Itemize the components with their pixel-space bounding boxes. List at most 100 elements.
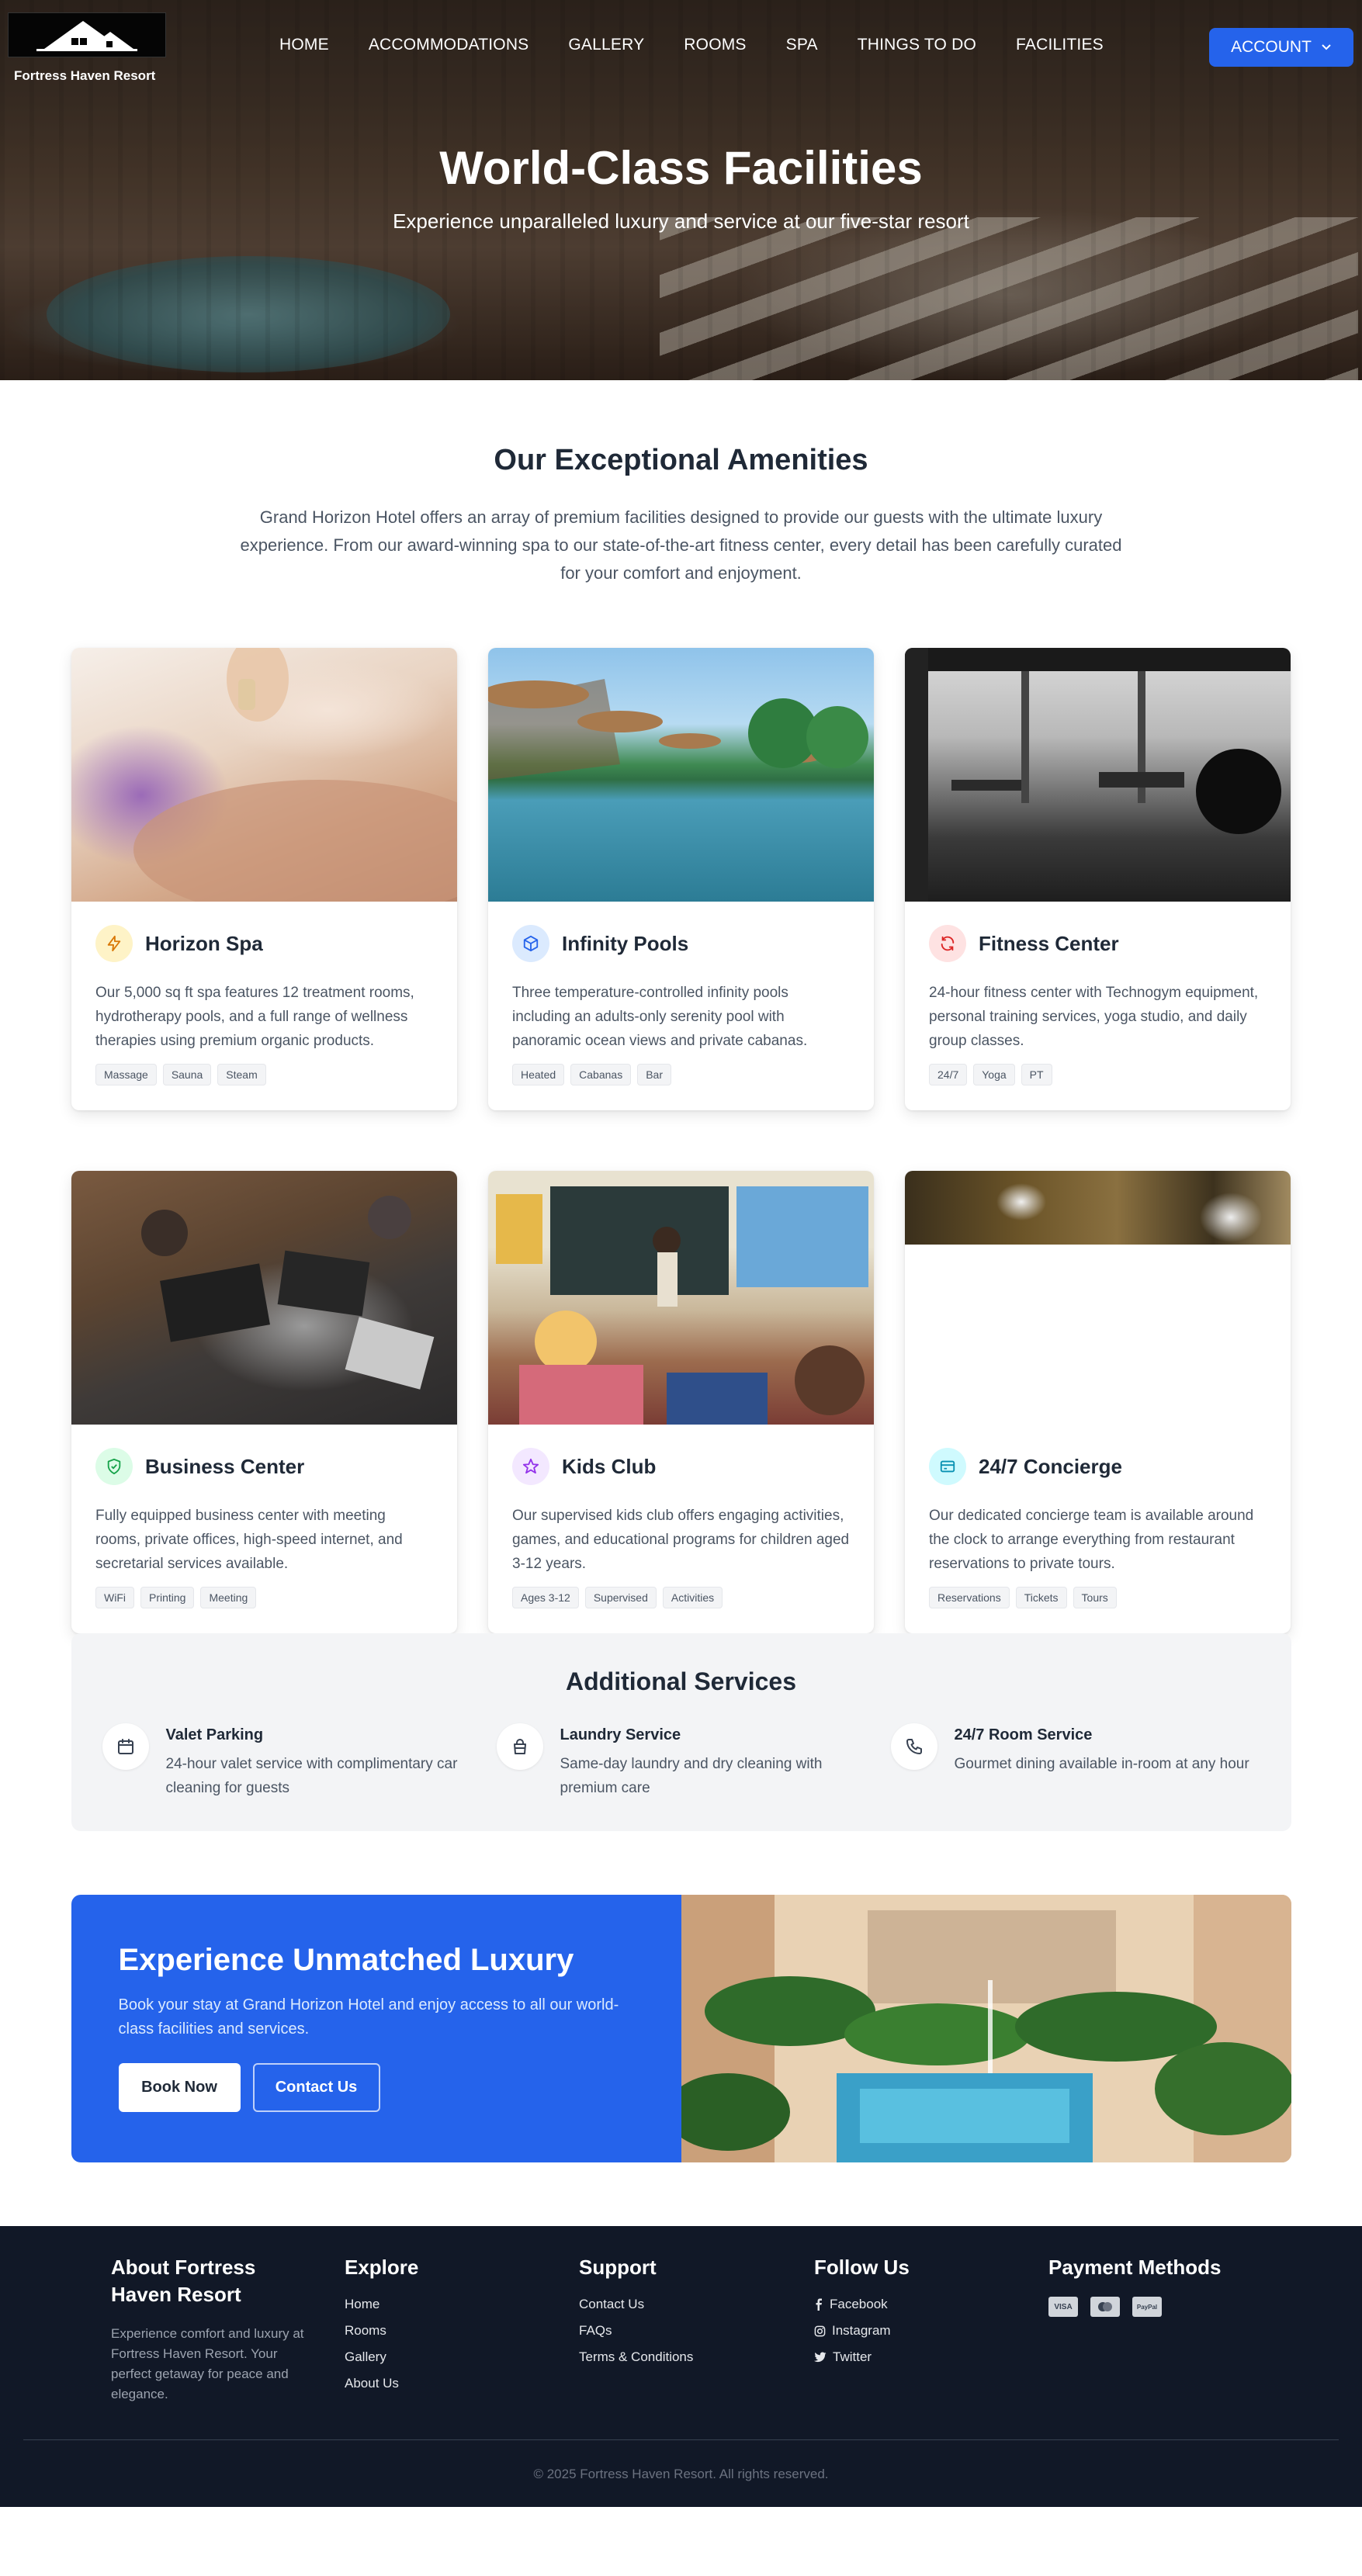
tag: Ages 3-12: [512, 1587, 579, 1608]
nav-spa[interactable]: SPA: [786, 36, 818, 54]
tag: PT: [1021, 1064, 1052, 1085]
footer-social-instagram[interactable]: Instagram: [814, 2323, 910, 2339]
account-button[interactable]: ACCOUNT: [1209, 28, 1353, 67]
tag: Reservations: [929, 1587, 1010, 1608]
footer-link-text[interactable]: FAQs: [579, 2323, 612, 2339]
footer-explore-links: Home Rooms Gallery About Us: [345, 2297, 418, 2391]
additional-services-heading: Additional Services: [566, 1667, 796, 1695]
logo[interactable]: [8, 12, 166, 57]
card-title: Infinity Pools: [562, 931, 689, 955]
nav-rooms[interactable]: ROOMS: [684, 36, 746, 54]
tag: Massage: [95, 1064, 157, 1085]
nav-home[interactable]: HOME: [279, 36, 329, 54]
pool-umbrellas-illustration: [488, 679, 868, 780]
bolt-icon: [95, 925, 133, 962]
footer-link-gallery[interactable]: Gallery: [345, 2349, 418, 2365]
top-navigation: Fortress Haven Resort HOME ACCOMMODATION…: [0, 0, 1362, 95]
service-valet: Valet Parking 24-hour valet service with…: [102, 1723, 467, 1800]
card-description: Three temperature-controlled infinity po…: [512, 985, 808, 1049]
chevron-down-icon: [1322, 44, 1331, 50]
amenity-card-pools[interactable]: Infinity Pools Three temperature-control…: [488, 648, 874, 1110]
visa-icon: VISA: [1048, 2297, 1078, 2317]
concierge-image: [905, 1171, 1291, 1425]
card-tags: WiFi Printing Meeting: [95, 1587, 434, 1608]
nav-gallery[interactable]: GALLERY: [568, 36, 644, 54]
card-description: 24-hour fitness center with Technogym eq…: [929, 985, 1259, 1049]
book-now-button[interactable]: Book Now: [118, 2063, 241, 2112]
cta-banner: Experience Unmatched Luxury Book your st…: [71, 1895, 1291, 2162]
footer-support: Support Contact Us FAQs Terms & Conditio…: [579, 2254, 693, 2376]
footer-link-text[interactable]: Home: [345, 2297, 379, 2312]
instagram-icon: [814, 2325, 826, 2336]
footer-link-text[interactable]: Terms & Conditions: [579, 2349, 693, 2365]
card-description: Our dedicated concierge team is availabl…: [929, 1508, 1254, 1572]
footer-link-text[interactable]: About Us: [345, 2376, 399, 2391]
amenity-card-concierge[interactable]: 24/7 Concierge Our dedicated concierge t…: [905, 1171, 1291, 1633]
footer-link-terms[interactable]: Terms & Conditions: [579, 2349, 693, 2365]
amenity-card-kids[interactable]: Kids Club Our supervised kids club offer…: [488, 1171, 874, 1633]
amenity-card-spa[interactable]: Horizon Spa Our 5,000 sq ft spa features…: [71, 648, 457, 1110]
tag: Tours: [1073, 1587, 1117, 1608]
footer-divider: [23, 2439, 1339, 2440]
footer-follow-title: Follow Us: [814, 2256, 910, 2279]
courtyard-illustration: [681, 1895, 1291, 2162]
service-description: Gourmet dining available in-room at any …: [954, 1756, 1249, 1772]
footer-link-text[interactable]: Twitter: [833, 2349, 872, 2365]
massage-illustration: [133, 648, 457, 902]
business-image: [71, 1171, 457, 1425]
footer-link-home[interactable]: Home: [345, 2297, 418, 2312]
tag: Heated: [512, 1064, 565, 1085]
bag-icon: [496, 1723, 543, 1770]
house-logo-icon: [36, 21, 137, 51]
tag: Steam: [217, 1064, 266, 1085]
facebook-icon: [816, 2298, 822, 2311]
footer-link-contact[interactable]: Contact Us: [579, 2297, 693, 2312]
service-description: Same-day laundry and dry cleaning with p…: [560, 1756, 823, 1796]
classroom-image: [488, 1171, 874, 1425]
card-title: Business Center: [145, 1454, 305, 1478]
contact-us-button[interactable]: Contact Us: [252, 2063, 380, 2112]
tag: Cabanas: [570, 1064, 632, 1085]
tag: Printing: [140, 1587, 195, 1608]
card-tags: Ages 3-12 Supervised Activities: [512, 1587, 851, 1608]
concierge-image-strip: [905, 1171, 1291, 1245]
amenity-card-business[interactable]: Business Center Fully equipped business …: [71, 1171, 457, 1633]
footer-link-text[interactable]: Instagram: [832, 2323, 891, 2339]
copyright: © 2025 Fortress Haven Resort. All rights…: [533, 2467, 829, 2481]
footer-link-rooms[interactable]: Rooms: [345, 2323, 418, 2339]
service-room-service: 24/7 Room Service Gourmet dining availab…: [890, 1723, 1256, 1776]
cta-text: Book your stay at Grand Horizon Hotel an…: [118, 1996, 619, 2038]
nav-things-to-do[interactable]: THINGS TO DO: [858, 36, 976, 54]
footer-link-text[interactable]: Rooms: [345, 2323, 386, 2339]
footer-link-text[interactable]: Contact Us: [579, 2297, 644, 2312]
footer-explore: Explore Home Rooms Gallery About Us: [345, 2254, 418, 2402]
amenities-intro: Grand Horizon Hotel offers an array of p…: [240, 507, 1122, 583]
brand-name: Fortress Haven Resort: [14, 68, 156, 83]
site-footer: About Fortress Haven Resort Experience c…: [0, 2226, 1362, 2507]
hero-section: Fortress Haven Resort HOME ACCOMMODATION…: [0, 0, 1362, 380]
footer-link-about-us[interactable]: About Us: [345, 2376, 418, 2391]
tag: Yoga: [973, 1064, 1015, 1085]
cta-title: Experience Unmatched Luxury: [118, 1943, 574, 1977]
nav-accommodations[interactable]: ACCOMMODATIONS: [369, 36, 529, 54]
footer-follow: Follow Us Facebook Instagram Twitter: [814, 2254, 910, 2376]
service-title: 24/7 Room Service: [954, 1726, 1093, 1743]
service-title: Laundry Service: [560, 1726, 681, 1743]
footer-social-twitter[interactable]: Twitter: [814, 2349, 910, 2365]
payment-methods: VISA PayPal: [1048, 2297, 1222, 2317]
footer-link-text[interactable]: Facebook: [830, 2297, 888, 2312]
footer-about-text: Experience comfort and luxury at Fortres…: [111, 2326, 304, 2401]
shield-check-icon: [95, 1448, 133, 1485]
card-tags: Heated Cabanas Bar: [512, 1064, 851, 1085]
footer-social-facebook[interactable]: Facebook: [814, 2297, 910, 2312]
tag: Bar: [637, 1064, 671, 1085]
laptops-illustration: [141, 1196, 435, 1390]
nav-facilities[interactable]: FACILITIES: [1016, 36, 1104, 54]
footer-link-text[interactable]: Gallery: [345, 2349, 386, 2365]
footer-support-title: Support: [579, 2256, 657, 2279]
cta-content: Experience Unmatched Luxury Book your st…: [71, 1895, 681, 2162]
star-icon: [512, 1448, 549, 1485]
amenities-heading: Our Exceptional Amenities: [494, 444, 868, 476]
amenity-card-fitness[interactable]: Fitness Center 24-hour fitness center wi…: [905, 648, 1291, 1110]
footer-link-faqs[interactable]: FAQs: [579, 2323, 693, 2339]
